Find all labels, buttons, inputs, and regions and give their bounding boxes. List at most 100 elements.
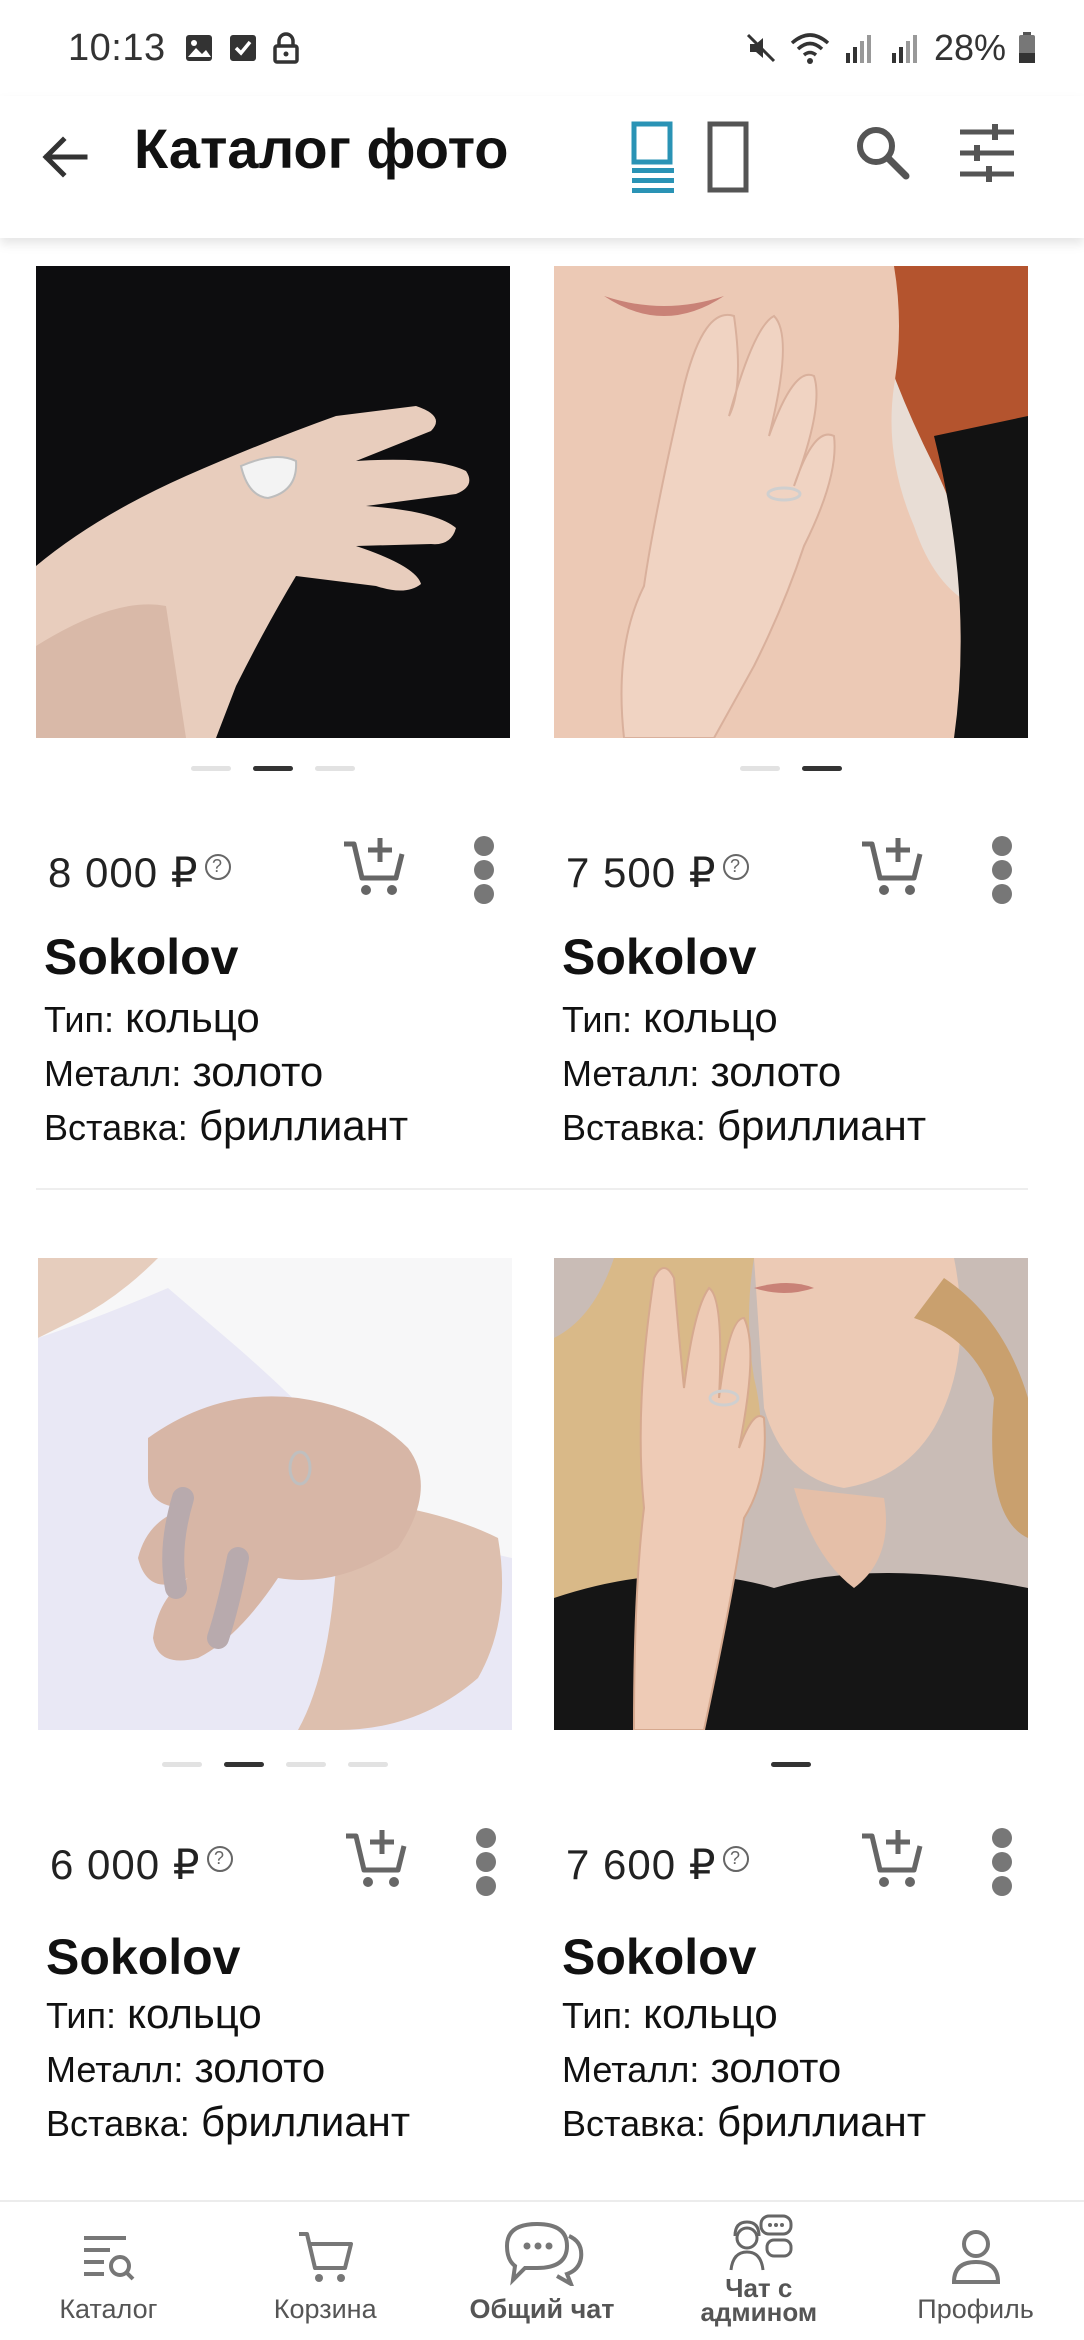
nav-catalog[interactable]: Каталог bbox=[0, 2202, 217, 2340]
product-card[interactable]: 7 600 ₽? Sokolov Тип: кольцо Металл: зол… bbox=[554, 1258, 1030, 2178]
price-help-icon[interactable]: ? bbox=[722, 853, 749, 880]
catalog-search-icon bbox=[84, 2236, 135, 2281]
add-to-cart-button[interactable] bbox=[858, 1824, 928, 1894]
profile-icon bbox=[951, 2230, 1000, 2284]
nav-profile[interactable]: Профиль bbox=[867, 2202, 1084, 2340]
pager-dot-active bbox=[771, 1762, 811, 1767]
more-options-button[interactable] bbox=[464, 832, 504, 908]
signal-2-icon bbox=[891, 35, 917, 63]
more-options-button[interactable] bbox=[982, 832, 1022, 908]
checkbox-notification-icon bbox=[229, 35, 256, 61]
price: 6 000 ₽? bbox=[50, 1840, 233, 1889]
attr-insert: Вставка: бриллиант bbox=[46, 2098, 411, 2145]
photo-pager-dots bbox=[554, 1762, 1028, 1767]
product-photo[interactable] bbox=[38, 1258, 512, 1730]
chat-bubbles-icon bbox=[504, 2221, 584, 2286]
attr-insert: Вставка: бриллиант bbox=[562, 2098, 927, 2145]
row-divider bbox=[36, 1188, 1028, 1190]
cart-icon bbox=[299, 2232, 354, 2282]
view-single-toggle[interactable] bbox=[700, 116, 760, 196]
price: 7 600 ₽? bbox=[566, 1840, 749, 1889]
product-brand: Sokolov bbox=[44, 929, 239, 985]
view-single-icon bbox=[707, 121, 749, 193]
battery-percent: 28% bbox=[933, 27, 1006, 68]
pager-dot bbox=[740, 766, 780, 771]
price: 7 500 ₽? bbox=[566, 848, 749, 897]
signal-1-icon bbox=[845, 35, 871, 63]
photo-pager-dots bbox=[36, 766, 510, 771]
attr-type: Тип: кольцо bbox=[562, 994, 778, 1041]
price-row: 8 000 ₽? bbox=[36, 826, 512, 916]
attr-insert: Вставка: бриллиант bbox=[562, 1102, 927, 1149]
price-row: 7 500 ₽? bbox=[554, 826, 1030, 916]
model-with-ring-photo bbox=[554, 266, 1028, 738]
pager-dot-active bbox=[253, 766, 293, 771]
search-icon bbox=[857, 127, 910, 180]
price-help-icon[interactable]: ? bbox=[204, 853, 231, 880]
pager-dot bbox=[191, 766, 231, 771]
pager-dot bbox=[162, 1762, 202, 1767]
price-help-icon[interactable]: ? bbox=[722, 1845, 749, 1872]
attr-type: Тип: кольцо bbox=[562, 1990, 778, 2037]
attr-metal: Металл: золото bbox=[44, 1048, 324, 1095]
nav-cart-label: Корзина bbox=[273, 2294, 377, 2324]
attr-type: Тип: кольцо bbox=[44, 994, 260, 1041]
add-to-cart-button[interactable] bbox=[340, 832, 410, 902]
ring-on-shoulder-photo bbox=[38, 1258, 512, 1730]
pager-dot bbox=[315, 766, 355, 771]
gallery-notification-icon bbox=[185, 35, 212, 61]
nav-catalog-label: Каталог bbox=[59, 2294, 158, 2324]
cart-plus-icon bbox=[862, 838, 923, 895]
status-bar: 10:13 28% bbox=[0, 0, 1084, 96]
price-row: 7 600 ₽? bbox=[554, 1818, 1030, 1908]
photo-pager-dots bbox=[38, 1762, 512, 1767]
tune-icon bbox=[960, 124, 1014, 182]
product-brand: Sokolov bbox=[46, 1929, 241, 1985]
product-card[interactable]: 6 000 ₽? Sokolov Тип: кольцо Металл: зол… bbox=[38, 1258, 514, 2178]
attr-metal: Металл: золото bbox=[46, 2044, 326, 2091]
nav-admin-chat[interactable]: Чат с админом bbox=[650, 2202, 867, 2340]
product-photo[interactable] bbox=[554, 1258, 1028, 1730]
pager-dot bbox=[348, 1762, 388, 1767]
add-to-cart-button[interactable] bbox=[342, 1824, 412, 1894]
lock-notification-icon bbox=[272, 32, 299, 64]
model-with-ring-photo bbox=[554, 1258, 1028, 1730]
attr-metal: Металл: золото bbox=[562, 1048, 842, 1095]
nav-general-chat[interactable]: Общий чат bbox=[434, 2202, 651, 2340]
more-options-button[interactable] bbox=[466, 1824, 506, 1900]
back-button[interactable] bbox=[30, 122, 100, 192]
attr-metal: Металл: золото bbox=[562, 2044, 842, 2091]
cart-plus-icon bbox=[344, 838, 405, 895]
more-options-button[interactable] bbox=[982, 1824, 1022, 1900]
nav-general-chat-label: Общий чат bbox=[469, 2294, 615, 2324]
product-card[interactable]: 7 500 ₽? Sokolov Тип: кольцо Металл: зол… bbox=[554, 266, 1030, 1186]
product-brand: Sokolov bbox=[562, 929, 757, 985]
view-grid-toggle[interactable] bbox=[624, 116, 684, 196]
product-photo[interactable] bbox=[36, 266, 510, 738]
nav-profile-label: Профиль bbox=[917, 2294, 1034, 2324]
bottom-navigation: Каталог Корзина Общий чат Чат с админом … bbox=[0, 2200, 1084, 2340]
status-time: 10:13 bbox=[68, 26, 166, 69]
price: 8 000 ₽? bbox=[48, 848, 231, 897]
ring-on-hand-photo bbox=[36, 266, 510, 738]
nav-admin-chat-label: Чат с админом bbox=[700, 2273, 818, 2327]
attr-type: Тип: кольцо bbox=[46, 1990, 262, 2037]
nav-cart[interactable]: Корзина bbox=[217, 2202, 434, 2340]
arrow-back-icon bbox=[42, 136, 88, 178]
add-to-cart-button[interactable] bbox=[858, 832, 928, 902]
product-photo[interactable] bbox=[554, 266, 1028, 738]
product-card[interactable]: 8 000 ₽? Sokolov Тип: кольцо Металл: зол… bbox=[36, 266, 512, 1186]
view-list-icon bbox=[631, 121, 674, 193]
filter-button[interactable] bbox=[952, 118, 1022, 188]
price-row: 6 000 ₽? bbox=[38, 1818, 514, 1908]
mute-icon bbox=[746, 33, 775, 63]
product-brand: Sokolov bbox=[562, 1929, 757, 1985]
photo-pager-dots bbox=[554, 766, 1028, 771]
app-bar: Каталог фото bbox=[0, 96, 1084, 238]
search-button[interactable] bbox=[848, 118, 918, 188]
price-help-icon[interactable]: ? bbox=[206, 1845, 233, 1872]
attr-insert: Вставка: бриллиант bbox=[44, 1102, 409, 1149]
wifi-icon bbox=[790, 33, 830, 64]
pager-dot bbox=[286, 1762, 326, 1767]
cart-plus-icon bbox=[346, 1830, 407, 1887]
